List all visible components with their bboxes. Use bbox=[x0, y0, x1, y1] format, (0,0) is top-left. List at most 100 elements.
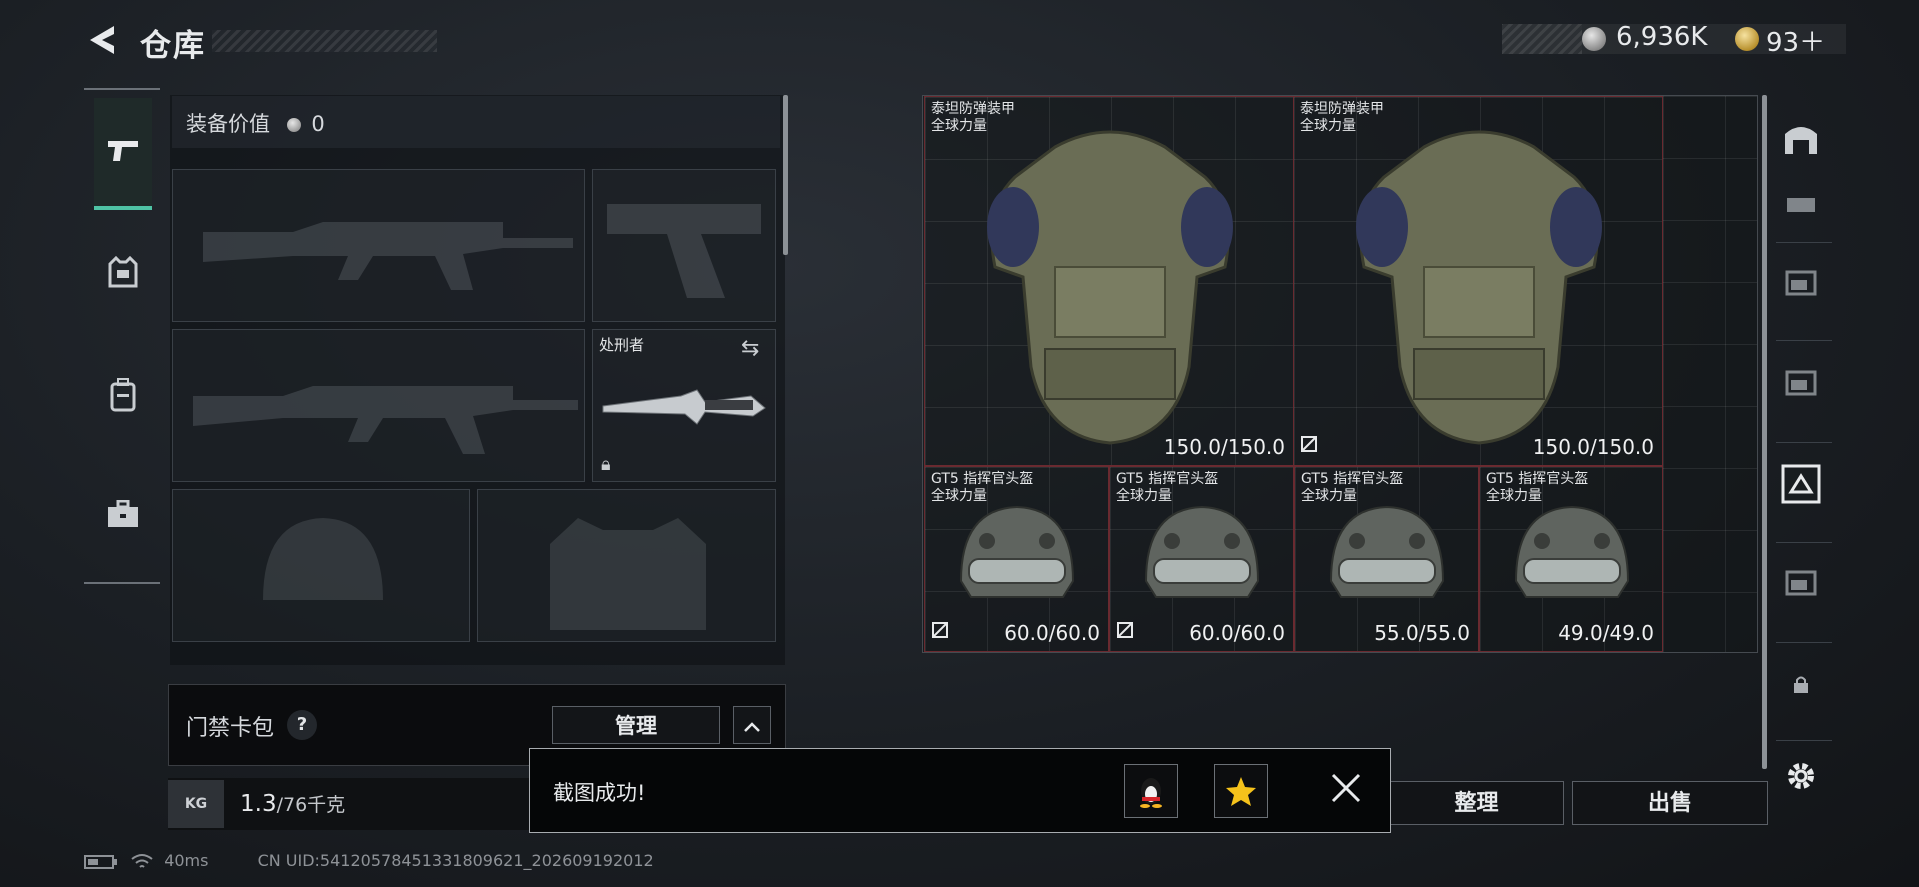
stash-scrollbar[interactable] bbox=[1762, 95, 1767, 769]
armor-slot[interactable] bbox=[477, 489, 776, 642]
storage-box-icon bbox=[1787, 198, 1815, 212]
status-bar: 40ms CN UID:5412057845133180​9621_202609… bbox=[84, 851, 654, 871]
divider bbox=[1776, 242, 1832, 243]
secondary-weapon-slot[interactable] bbox=[172, 329, 585, 482]
back-button[interactable] bbox=[84, 22, 120, 58]
melee-slot[interactable]: 处刑者 ⇆ 🔒︎ bbox=[592, 329, 776, 482]
divider bbox=[1776, 642, 1832, 643]
currency-decoration bbox=[1502, 24, 1582, 54]
close-toast-button[interactable] bbox=[1325, 770, 1367, 812]
item-durability: 60.0/60.0 bbox=[1004, 621, 1100, 645]
helmet-icon bbox=[1514, 505, 1630, 598]
share-qzone-button[interactable] bbox=[1214, 764, 1268, 818]
tab-stash-locked[interactable] bbox=[1772, 660, 1830, 718]
toast-message: 截图成功! bbox=[553, 781, 646, 805]
swap-icon[interactable]: ⇆ bbox=[741, 336, 759, 361]
melee-name: 处刑者 bbox=[599, 336, 645, 354]
item-durability: 55.0/55.0 bbox=[1374, 621, 1470, 645]
chevron-up-icon bbox=[744, 722, 760, 732]
gold-coin-icon bbox=[1735, 27, 1759, 51]
help-icon[interactable]: ? bbox=[287, 710, 317, 740]
silver-coin-icon bbox=[1582, 27, 1606, 51]
gear-icon bbox=[1788, 763, 1814, 789]
equipment-value-bar: 装备价值 0 bbox=[172, 96, 780, 148]
vest-silhouette-icon bbox=[550, 518, 706, 630]
manage-button[interactable]: 管理 bbox=[552, 706, 720, 744]
knife-icon bbox=[602, 389, 766, 425]
stash-item[interactable]: GT5 指挥官头盔 全球力量 60.0/60.0 bbox=[924, 466, 1109, 652]
item-durability: 60.0/60.0 bbox=[1189, 621, 1285, 645]
backpack-icon bbox=[110, 378, 136, 412]
storage-box-icon bbox=[1781, 464, 1821, 504]
tab-stash-4[interactable] bbox=[1772, 462, 1830, 520]
weight-value: 1.3/76千克 bbox=[240, 790, 345, 817]
star-icon bbox=[1226, 777, 1256, 806]
titan-armor-icon bbox=[1356, 130, 1602, 445]
item-durability: 150.0/150.0 bbox=[1163, 435, 1285, 459]
storage-box-icon bbox=[1785, 270, 1817, 296]
back-arrow-icon bbox=[90, 26, 114, 54]
divider bbox=[1776, 542, 1832, 543]
equipment-value: 0 bbox=[311, 112, 325, 136]
wifi-icon bbox=[131, 853, 153, 868]
helmet-silhouette-icon bbox=[263, 518, 383, 600]
tab-case[interactable] bbox=[94, 499, 152, 536]
stash-item[interactable]: GT5 指挥官头盔 全球力量 60.0/60.0 bbox=[1109, 466, 1294, 652]
marked-icon bbox=[1300, 435, 1318, 457]
vest-icon bbox=[108, 255, 138, 288]
briefcase-icon bbox=[108, 499, 138, 527]
stash-item[interactable]: 泰坦防弹装甲 全球力量 150.0/150.0 bbox=[1293, 96, 1663, 466]
storage-box-icon bbox=[1785, 370, 1817, 396]
titan-armor-icon bbox=[987, 130, 1233, 445]
page-title: 仓库 bbox=[140, 28, 206, 64]
tab-stash-5[interactable] bbox=[1772, 562, 1830, 620]
settings-button[interactable] bbox=[1772, 756, 1830, 814]
lock-icon: 🔒︎ bbox=[601, 454, 611, 475]
primary-weapon-slot[interactable] bbox=[172, 169, 585, 322]
weight-icon: KG bbox=[168, 780, 224, 828]
collapse-button[interactable] bbox=[733, 706, 771, 744]
silver-currency-value: 6,936K bbox=[1616, 22, 1708, 52]
loadout-scrollbar[interactable] bbox=[783, 95, 788, 255]
tab-backpack[interactable] bbox=[94, 378, 152, 420]
close-icon bbox=[1331, 773, 1361, 803]
tab-armor[interactable] bbox=[94, 255, 152, 298]
tab-stash-1[interactable] bbox=[1772, 180, 1830, 238]
gold-currency-value[interactable]: 93＋ bbox=[1766, 22, 1825, 59]
stash-empty-area bbox=[1663, 96, 1757, 652]
divider bbox=[1776, 340, 1832, 341]
tab-stash-3[interactable] bbox=[1772, 362, 1830, 420]
marked-icon bbox=[931, 621, 949, 643]
sell-button[interactable]: 出售 bbox=[1572, 781, 1768, 825]
tab-stash-2[interactable] bbox=[1772, 262, 1830, 320]
ping-value: 40ms bbox=[164, 851, 209, 870]
share-qq-button[interactable] bbox=[1124, 764, 1178, 818]
stash-item[interactable]: 泰坦防弹装甲 全球力量 150.0/150.0 bbox=[924, 96, 1294, 466]
helmet-icon bbox=[1144, 505, 1260, 598]
lock-icon bbox=[1794, 676, 1808, 693]
title-decoration bbox=[212, 30, 437, 52]
player-uid: CN UID:5412057845133180​9621_20260919201… bbox=[257, 851, 654, 870]
sidearm-slot[interactable] bbox=[592, 169, 776, 322]
divider bbox=[1776, 740, 1832, 741]
sort-button[interactable]: 整理 bbox=[1389, 781, 1564, 825]
helmet-icon bbox=[1329, 505, 1445, 598]
pistol-icon bbox=[94, 136, 152, 171]
item-durability: 49.0/49.0 bbox=[1558, 621, 1654, 645]
stash-item[interactable]: GT5 指挥官头盔 全球力量 49.0/49.0 bbox=[1479, 466, 1663, 652]
penguin-icon bbox=[1140, 778, 1162, 808]
helmet-icon bbox=[959, 505, 1075, 598]
card-pack-label: 门禁卡包 bbox=[186, 716, 275, 741]
silver-coin-icon bbox=[286, 118, 301, 132]
stash-item[interactable]: GT5 指挥官头盔 全球力量 55.0/55.0 bbox=[1294, 466, 1479, 652]
equipment-value-label: 装备价值 bbox=[186, 112, 270, 136]
pistol-silhouette-icon bbox=[607, 204, 761, 298]
warehouse-icon bbox=[1785, 127, 1817, 154]
helmet-slot[interactable] bbox=[172, 489, 470, 642]
divider bbox=[1776, 442, 1832, 443]
tab-weapons[interactable] bbox=[94, 98, 152, 210]
tab-stash-all[interactable] bbox=[1772, 118, 1830, 176]
rifle-silhouette-icon bbox=[203, 222, 573, 290]
rifle-silhouette-icon bbox=[193, 386, 578, 454]
weight-max: /76千克 bbox=[276, 794, 346, 816]
